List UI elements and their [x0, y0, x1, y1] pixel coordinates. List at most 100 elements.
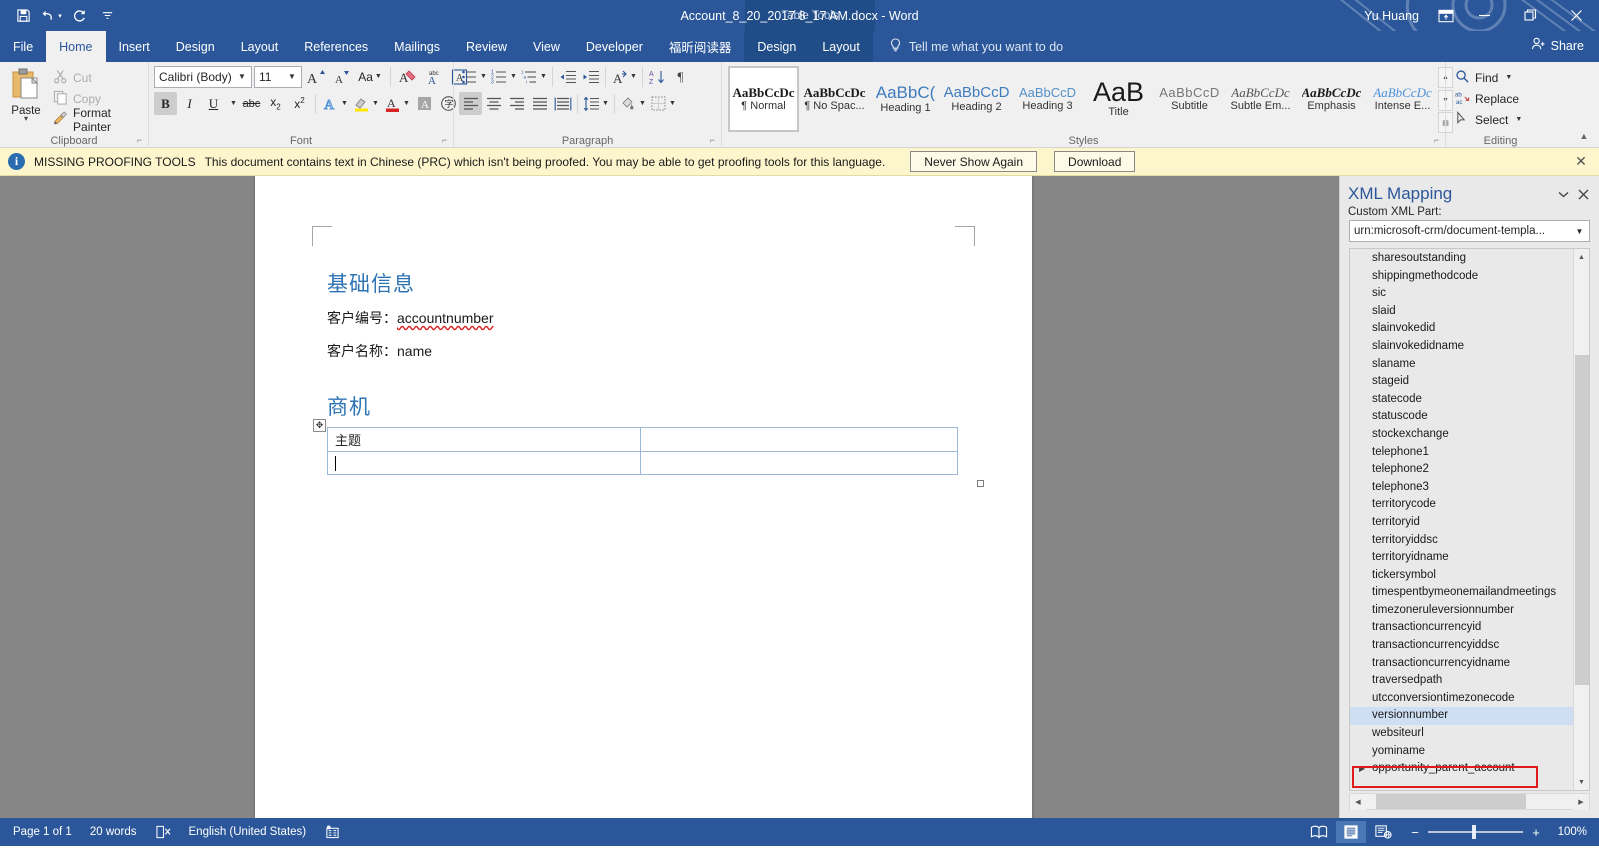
xml-node[interactable]: statecode: [1350, 391, 1573, 409]
field-value-account-number[interactable]: accountnumber: [397, 310, 494, 326]
zoom-slider[interactable]: [1428, 825, 1523, 839]
phonetic-guide-icon[interactable]: abc A: [422, 65, 446, 88]
table-cell-header-blank[interactable]: [640, 427, 958, 452]
document-body[interactable]: 基础信息 客户编号：accountnumber 客户名称：name 商机 ✥ 主…: [313, 268, 984, 487]
style-emphasis[interactable]: AaBbCcDc Emphasis: [1296, 66, 1367, 132]
tab-foxit-reader[interactable]: 福昕阅读器: [656, 31, 745, 62]
xml-node-selected[interactable]: versionnumber: [1350, 707, 1573, 726]
web-layout-icon[interactable]: [1368, 821, 1398, 843]
chevron-down-icon[interactable]: ▼: [1572, 227, 1587, 236]
text-effects-icon[interactable]: A ▼: [320, 92, 350, 115]
xml-node[interactable]: telephone1: [1350, 444, 1573, 462]
restore-icon[interactable]: [1507, 0, 1553, 31]
print-layout-icon[interactable]: [1336, 821, 1366, 843]
word-count[interactable]: 20 words: [81, 818, 146, 846]
distributed-icon[interactable]: [551, 92, 574, 115]
xml-node[interactable]: sharesoutstanding: [1350, 250, 1573, 268]
proofing-errors-icon[interactable]: [146, 818, 180, 846]
numbering-icon[interactable]: 1 2 3 ▼: [489, 65, 519, 88]
tab-table-tools-design[interactable]: Design: [744, 31, 810, 62]
table-cell-header-subject[interactable]: 主题: [327, 427, 641, 452]
xml-node[interactable]: territoryid: [1350, 514, 1573, 532]
decrease-indent-icon[interactable]: [556, 65, 579, 88]
xml-node-opportunity-parent-account[interactable]: ▶ opportunity_parent_account: [1350, 760, 1573, 778]
multilevel-list-icon[interactable]: 1 a i ▼: [519, 65, 549, 88]
style-heading-2[interactable]: AaBbCcD Heading 2: [941, 66, 1012, 132]
xml-node[interactable]: timezoneruleversionnumber: [1350, 602, 1573, 620]
style-normal[interactable]: AaBbCcDc ¶ Normal: [728, 66, 799, 132]
chevron-down-icon[interactable]: [1553, 184, 1573, 204]
xml-node[interactable]: stageid: [1350, 373, 1573, 391]
tab-home[interactable]: Home: [46, 31, 106, 62]
clipboard-dialog-launcher[interactable]: ⌐: [134, 135, 145, 146]
scrollbar-thumb[interactable]: [1376, 794, 1526, 809]
tab-insert[interactable]: Insert: [106, 31, 163, 62]
align-center-icon[interactable]: [482, 92, 505, 115]
clear-formatting-icon[interactable]: A: [396, 65, 420, 88]
ribbon-tab-strip[interactable]: File Home Insert Design Layout Reference…: [0, 31, 1599, 62]
format-painter-button[interactable]: Format Painter: [49, 106, 143, 134]
customize-qat-icon[interactable]: [94, 4, 120, 28]
underline-dropdown-icon[interactable]: ▼: [226, 92, 239, 115]
strikethrough-icon[interactable]: abc: [240, 92, 263, 115]
undo-icon[interactable]: ▾: [38, 4, 64, 28]
xml-node[interactable]: telephone2: [1350, 461, 1573, 479]
style-subtitle[interactable]: AaBbCcD Subtitle: [1154, 66, 1225, 132]
xml-node[interactable]: stockexchange: [1350, 426, 1573, 444]
save-icon[interactable]: [10, 4, 36, 28]
xml-node[interactable]: slainvokedid: [1350, 320, 1573, 338]
minimize-icon[interactable]: [1461, 0, 1507, 31]
tab-developer[interactable]: Developer: [573, 31, 656, 62]
user-account-name[interactable]: Yu Huang: [1352, 9, 1431, 23]
ribbon-display-options-icon[interactable]: [1431, 0, 1461, 31]
zoom-in-button[interactable]: +: [1529, 825, 1543, 840]
paragraph-dialog-launcher[interactable]: ⌐: [707, 135, 718, 146]
tab-layout[interactable]: Layout: [228, 31, 292, 62]
select-button[interactable]: Select ▼: [1451, 109, 1526, 130]
increase-indent-icon[interactable]: [579, 65, 602, 88]
shading-icon[interactable]: ▼: [618, 92, 648, 115]
xml-node[interactable]: tickersymbol: [1350, 567, 1573, 585]
close-icon[interactable]: [1573, 184, 1593, 204]
tab-mailings[interactable]: Mailings: [381, 31, 453, 62]
character-shading-icon[interactable]: A: [413, 92, 436, 115]
font-name-combo[interactable]: Calibri (Body) ▼: [154, 65, 252, 88]
page-indicator[interactable]: Page 1 of 1: [4, 818, 81, 846]
xml-node[interactable]: shippingmethodcode: [1350, 268, 1573, 286]
custom-xml-part-select[interactable]: urn:microsoft-crm/document-templa... ▼: [1349, 220, 1590, 242]
xml-node-list[interactable]: sharesoutstanding shippingmethodcode sic…: [1350, 249, 1573, 790]
expand-triangle-icon[interactable]: ▶: [1359, 760, 1365, 778]
collapse-ribbon-icon[interactable]: ▲: [1575, 129, 1593, 143]
tab-review[interactable]: Review: [453, 31, 520, 62]
sort-icon[interactable]: AZ: [646, 65, 669, 88]
style-heading-3[interactable]: AaBbCcD Heading 3: [1012, 66, 1083, 132]
line-spacing-icon[interactable]: ▼: [581, 92, 611, 115]
xml-node[interactable]: transactioncurrencyid: [1350, 619, 1573, 637]
close-icon[interactable]: [1553, 0, 1599, 31]
paste-button[interactable]: Paste ▾: [5, 65, 47, 133]
align-right-icon[interactable]: [505, 92, 528, 115]
italic-icon[interactable]: I: [178, 92, 201, 115]
xml-list-vertical-scrollbar[interactable]: ▲ ▼: [1573, 249, 1589, 790]
never-show-again-button[interactable]: Never Show Again: [910, 151, 1038, 172]
bold-icon[interactable]: B: [154, 92, 177, 115]
table-row[interactable]: 主题: [327, 427, 958, 452]
field-value-account-name[interactable]: name: [397, 343, 432, 359]
zoom-control[interactable]: − + 100%: [1400, 825, 1595, 840]
share-button[interactable]: Share: [1522, 34, 1593, 57]
scroll-left-icon[interactable]: ◀: [1350, 794, 1366, 810]
download-button[interactable]: Download: [1054, 151, 1136, 172]
table-cell-body-2[interactable]: [640, 451, 958, 475]
show-formatting-marks-icon[interactable]: ¶: [669, 65, 692, 88]
table-resize-handle[interactable]: [977, 480, 984, 487]
tab-view[interactable]: View: [520, 31, 573, 62]
scrollbar-thumb[interactable]: [1574, 354, 1589, 685]
tab-table-tools-layout[interactable]: Layout: [809, 31, 873, 62]
font-size-combo[interactable]: 11 ▼: [254, 65, 302, 88]
text-highlight-color-icon[interactable]: ▼: [351, 92, 381, 115]
zoom-out-button[interactable]: −: [1408, 825, 1422, 840]
style-no-spacing[interactable]: AaBbCcDc ¶ No Spac...: [799, 66, 870, 132]
chevron-down-icon[interactable]: ▾: [24, 115, 28, 123]
tell-me-search[interactable]: Tell me what you want to do: [873, 31, 1063, 62]
xml-node[interactable]: traversedpath: [1350, 672, 1573, 690]
